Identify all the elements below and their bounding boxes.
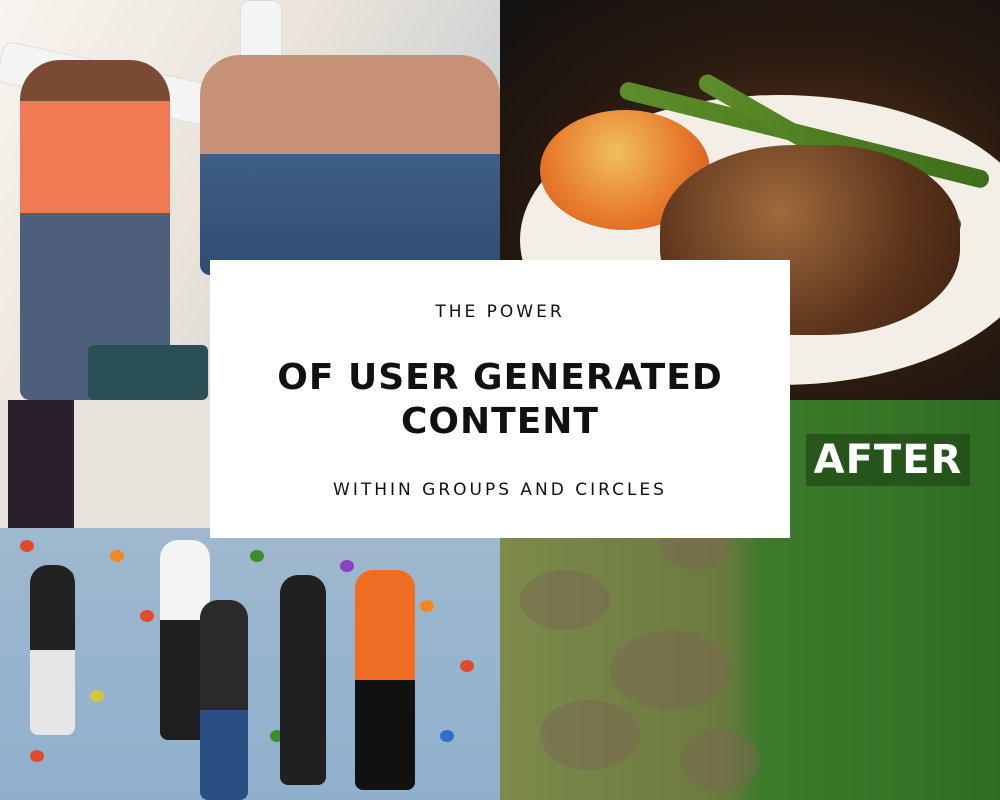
- kicker-text: THE POWER: [435, 302, 565, 322]
- climber: [355, 570, 415, 790]
- wall-pillar: [8, 400, 74, 528]
- after-label: AFTER: [806, 434, 970, 486]
- after-label-text: AFTER: [813, 437, 963, 483]
- plumber-figure: [200, 55, 500, 275]
- climber: [200, 600, 248, 800]
- climber: [30, 565, 75, 735]
- subline-text: WITHIN GROUPS AND CIRCLES: [333, 480, 667, 500]
- bucket: [88, 345, 208, 400]
- climber: [280, 575, 326, 785]
- headline: OF USER GENERATED CONTENT: [210, 356, 790, 444]
- headline-line-1: OF USER GENERATED: [277, 357, 723, 398]
- title-card: THE POWER OF USER GENERATED CONTENT WITH…: [210, 260, 790, 538]
- headline-line-2: CONTENT: [401, 401, 599, 442]
